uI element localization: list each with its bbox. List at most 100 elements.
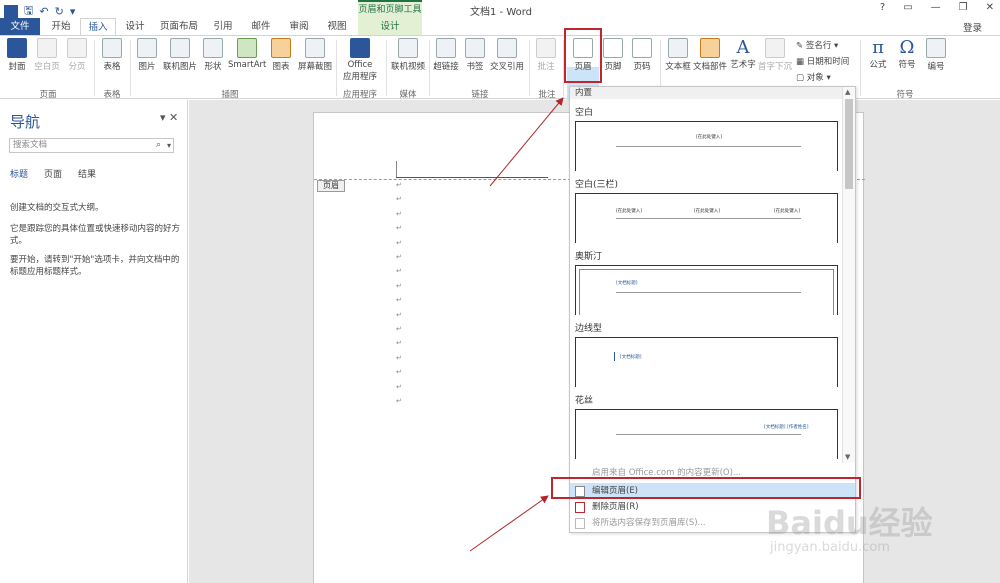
blank-page-button[interactable]: 空白页 — [32, 38, 62, 72]
paragraph-mark: ↵ — [396, 353, 402, 362]
gallery-item-blank[interactable]: [在此处键入] — [575, 121, 838, 171]
nav-options-icon[interactable]: ▾ — [160, 111, 166, 124]
ribbon-separator — [94, 40, 95, 96]
gallery-section-header: 内置 — [570, 87, 842, 99]
shapes-button[interactable]: 形状 — [200, 38, 226, 72]
blank-page-label: 空白页 — [34, 62, 60, 72]
gallery-side-bar — [614, 352, 615, 361]
number-button[interactable]: 编号 — [923, 38, 949, 72]
tab-page-layout[interactable]: 页面布局 — [156, 18, 202, 35]
group-comments: 批注 — [538, 90, 556, 100]
word-logo-icon: W — [4, 4, 18, 19]
chart-button[interactable]: 图表 — [268, 38, 294, 72]
table-button[interactable]: 表格 — [99, 38, 125, 72]
group-media: 媒体 — [399, 90, 417, 100]
tab-home[interactable]: 开始 — [44, 18, 78, 35]
object-icon: ▢ — [796, 73, 807, 83]
hyperlink-icon — [436, 38, 456, 58]
screenshot-label: 屏幕截图 — [297, 62, 332, 72]
document-title: 文档1 - Word — [470, 7, 533, 18]
nav-tab-results[interactable]: 结果 — [78, 167, 96, 180]
signature-line-button[interactable]: ✎ 签名行 ▾ — [796, 39, 838, 51]
drop-cap-button[interactable]: 首字下沉 — [758, 38, 792, 72]
nav-close-icon[interactable]: ✕ — [169, 111, 178, 124]
tab-design[interactable]: 设计 — [118, 18, 152, 35]
tab-header-footer-design[interactable]: 设计 — [358, 18, 422, 35]
gallery-placeholder: [在此处键入] — [694, 209, 721, 214]
tab-file[interactable]: 文件 — [0, 18, 40, 35]
pi-icon: π — [872, 37, 884, 58]
online-pictures-label: 联机图片 — [162, 62, 197, 72]
object-button[interactable]: ▢ 对象 ▾ — [796, 71, 831, 83]
help-icon[interactable]: ? — [880, 2, 885, 13]
nav-tab-pages[interactable]: 页面 — [44, 167, 62, 180]
sign-in-link[interactable]: 登录 — [963, 20, 982, 34]
gallery-item-blank-three-column[interactable]: [在此处键入] [在此处键入] [在此处键入] — [575, 193, 838, 243]
equation-button[interactable]: π 公式 — [865, 37, 891, 71]
paragraph-mark: ↵ — [396, 310, 402, 319]
search-icon[interactable]: ⌕ — [156, 139, 161, 152]
ribbon-display-icon[interactable]: ▭ — [903, 2, 912, 13]
gallery-placeholder: [在此处键入] — [774, 209, 801, 214]
bookmark-label: 书签 — [466, 62, 484, 72]
quick-parts-button[interactable]: 文档部件 — [693, 38, 727, 72]
smartart-icon — [237, 38, 257, 58]
cover-page-button[interactable]: 封面 — [4, 38, 30, 72]
object-label: 对象 — [806, 73, 824, 83]
paragraph-mark: ↵ — [396, 325, 402, 333]
office-apps-button[interactable]: Office 应用程序 — [340, 38, 380, 82]
online-pictures-button[interactable]: 联机图片 — [162, 38, 198, 72]
hyperlink-button[interactable]: 超链接 — [432, 38, 460, 72]
undo-icon[interactable]: ↶ — [39, 5, 48, 18]
nav-help-text-3: 要开始，请转到"开始"选项卡，并向文档中的标题应用标题样式。 — [10, 255, 180, 277]
online-video-button[interactable]: 联机视频 — [390, 38, 426, 72]
minimize-icon[interactable]: — — [931, 2, 941, 13]
scroll-thumb[interactable] — [845, 99, 853, 189]
text-box-icon — [668, 38, 688, 58]
nav-search-input[interactable]: 搜索文档 ⌕ ▾ — [9, 138, 174, 153]
redo-icon[interactable]: ↻ — [55, 5, 64, 18]
blank-page-icon — [37, 38, 57, 58]
comment-button[interactable]: 批注 — [533, 38, 559, 72]
tab-mailings[interactable]: 邮件 — [244, 18, 278, 35]
tab-view[interactable]: 视图 — [320, 18, 354, 35]
drop-cap-label: 首字下沉 — [758, 62, 793, 72]
nav-help-text-2: 它是跟踪您的具体位置或快速移动内容的好方式。 — [10, 224, 181, 246]
nav-title: 导航 — [10, 113, 41, 131]
bookmark-button[interactable]: 书签 — [462, 38, 488, 72]
smartart-button[interactable]: SmartArt — [228, 38, 266, 70]
baidu-watermark-url: jingyan.baidu.com — [770, 540, 890, 555]
gallery-item-austin[interactable]: [文档标题] — [575, 265, 838, 315]
tab-review[interactable]: 审阅 — [282, 18, 316, 35]
wordart-button[interactable]: A 艺术字 — [729, 38, 757, 71]
search-options-icon[interactable]: ▾ — [167, 139, 171, 152]
screenshot-button[interactable]: 屏幕截图 — [296, 38, 334, 72]
gallery-item-label: 奥斯汀 — [575, 252, 603, 262]
page-number-label: 页码 — [633, 62, 651, 72]
online-video-icon — [398, 38, 418, 58]
cross-reference-button[interactable]: 交叉引用 — [489, 38, 525, 72]
online-pictures-icon — [170, 38, 190, 58]
nav-tab-headings[interactable]: 标题 — [10, 167, 28, 180]
footer-button[interactable]: 页脚 — [600, 38, 626, 72]
navigation-pane: 导航 ▾ ✕ 搜索文档 ⌕ ▾ 标题 页面 结果 创建文档的交互式大纲。 它是跟… — [0, 100, 188, 583]
drop-cap-icon — [765, 38, 785, 58]
tab-references[interactable]: 引用 — [206, 18, 240, 35]
gallery-item-sideline[interactable]: [文档标题] — [575, 337, 838, 387]
tab-insert[interactable]: 插入 — [80, 18, 116, 35]
scroll-down-icon[interactable]: ▼ — [845, 453, 850, 461]
gallery-scrollbar[interactable]: ▲ ▼ — [842, 87, 855, 463]
date-time-button[interactable]: ▦ 日期和时间 — [796, 55, 849, 67]
title-bar: W 🖫 ↶ ↻ ▾ 页眉和页脚工具 文档1 - Word ? ▭ — ❐ ✕ — [0, 0, 1000, 19]
symbol-button[interactable]: Ω 符号 — [894, 38, 920, 71]
quick-parts-icon — [700, 38, 720, 58]
text-box-button[interactable]: 文本框 — [664, 38, 692, 72]
gallery-item-filigree[interactable]: [文档标题] [作者姓名] — [575, 409, 838, 459]
scroll-up-icon[interactable]: ▲ — [845, 88, 850, 96]
close-icon[interactable]: ✕ — [986, 2, 994, 13]
customize-qat-icon[interactable]: ▾ — [70, 5, 76, 18]
page-number-button[interactable]: 页码 — [629, 38, 655, 72]
page-break-button[interactable]: 分页 — [64, 38, 90, 72]
pictures-button[interactable]: 图片 — [134, 38, 160, 72]
restore-icon[interactable]: ❐ — [959, 2, 968, 13]
